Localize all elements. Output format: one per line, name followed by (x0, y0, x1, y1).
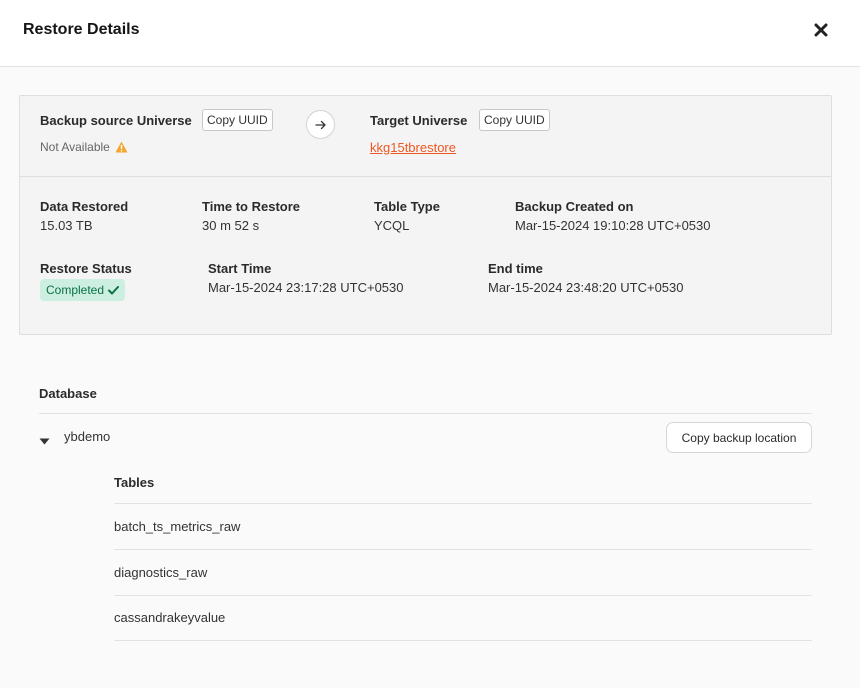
end-time-value: Mar-15-2024 23:48:20 UTC+0530 (488, 280, 684, 295)
close-button[interactable] (810, 19, 832, 41)
source-universe-text: Not Available (40, 140, 110, 154)
source-universe-value: Not Available (40, 140, 128, 154)
expand-toggle[interactable] (39, 432, 50, 450)
start-time-value: Mar-15-2024 23:17:28 UTC+0530 (208, 280, 404, 295)
modal-title: Restore Details (23, 21, 140, 38)
database-row: ybdemo Copy backup location (39, 422, 812, 453)
database-name: ybdemo (64, 429, 111, 444)
target-universe-link[interactable]: kkg15tbrestore (370, 140, 456, 155)
table-row: diagnostics_raw (114, 565, 208, 580)
copy-backup-location-button[interactable]: Copy backup location (666, 422, 812, 453)
table-type-value: YCQL (374, 218, 410, 233)
check-icon (108, 285, 120, 294)
restore-status-label: Restore Status (40, 261, 132, 276)
database-heading: Database (39, 386, 97, 401)
table-row-divider (114, 549, 812, 550)
modal-header: Restore Details (0, 0, 860, 67)
table-row-divider (114, 595, 812, 596)
status-badge: Completed (40, 279, 126, 301)
table-row: batch_ts_metrics_raw (114, 519, 241, 534)
backup-created-label: Backup Created on (515, 199, 634, 214)
universe-section: Backup source Universe Copy UUID Not Ava… (20, 96, 831, 177)
copy-target-uuid-button[interactable]: Copy UUID (479, 109, 550, 131)
arrow-right-icon (314, 120, 326, 129)
status-badge-text: Completed (46, 283, 105, 297)
caret-down-icon (39, 438, 50, 445)
copy-source-uuid-button[interactable]: Copy UUID (202, 109, 273, 131)
backup-created-value: Mar-15-2024 19:10:28 UTC+0530 (515, 218, 711, 233)
direction-indicator (306, 110, 335, 139)
table-type-label: Table Type (374, 199, 440, 214)
warning-icon (115, 141, 128, 153)
tables-divider (114, 503, 812, 504)
data-restored-label: Data Restored (40, 199, 129, 214)
end-time-label: End time (488, 261, 543, 276)
table-row-divider (114, 640, 812, 641)
source-universe-label: Backup source Universe (40, 113, 192, 128)
table-row: cassandrakeyvalue (114, 610, 226, 625)
tables-heading: Tables (114, 475, 155, 490)
data-restored-value: 15.03 TB (40, 218, 93, 233)
time-to-restore-label: Time to Restore (202, 199, 301, 214)
start-time-label: Start Time (208, 261, 272, 276)
restore-summary-card: Backup source Universe Copy UUID Not Ava… (19, 95, 832, 335)
close-icon (814, 23, 828, 37)
target-universe-label: Target Universe (370, 113, 468, 128)
time-to-restore-value: 30 m 52 s (202, 218, 260, 233)
database-divider (39, 413, 812, 414)
